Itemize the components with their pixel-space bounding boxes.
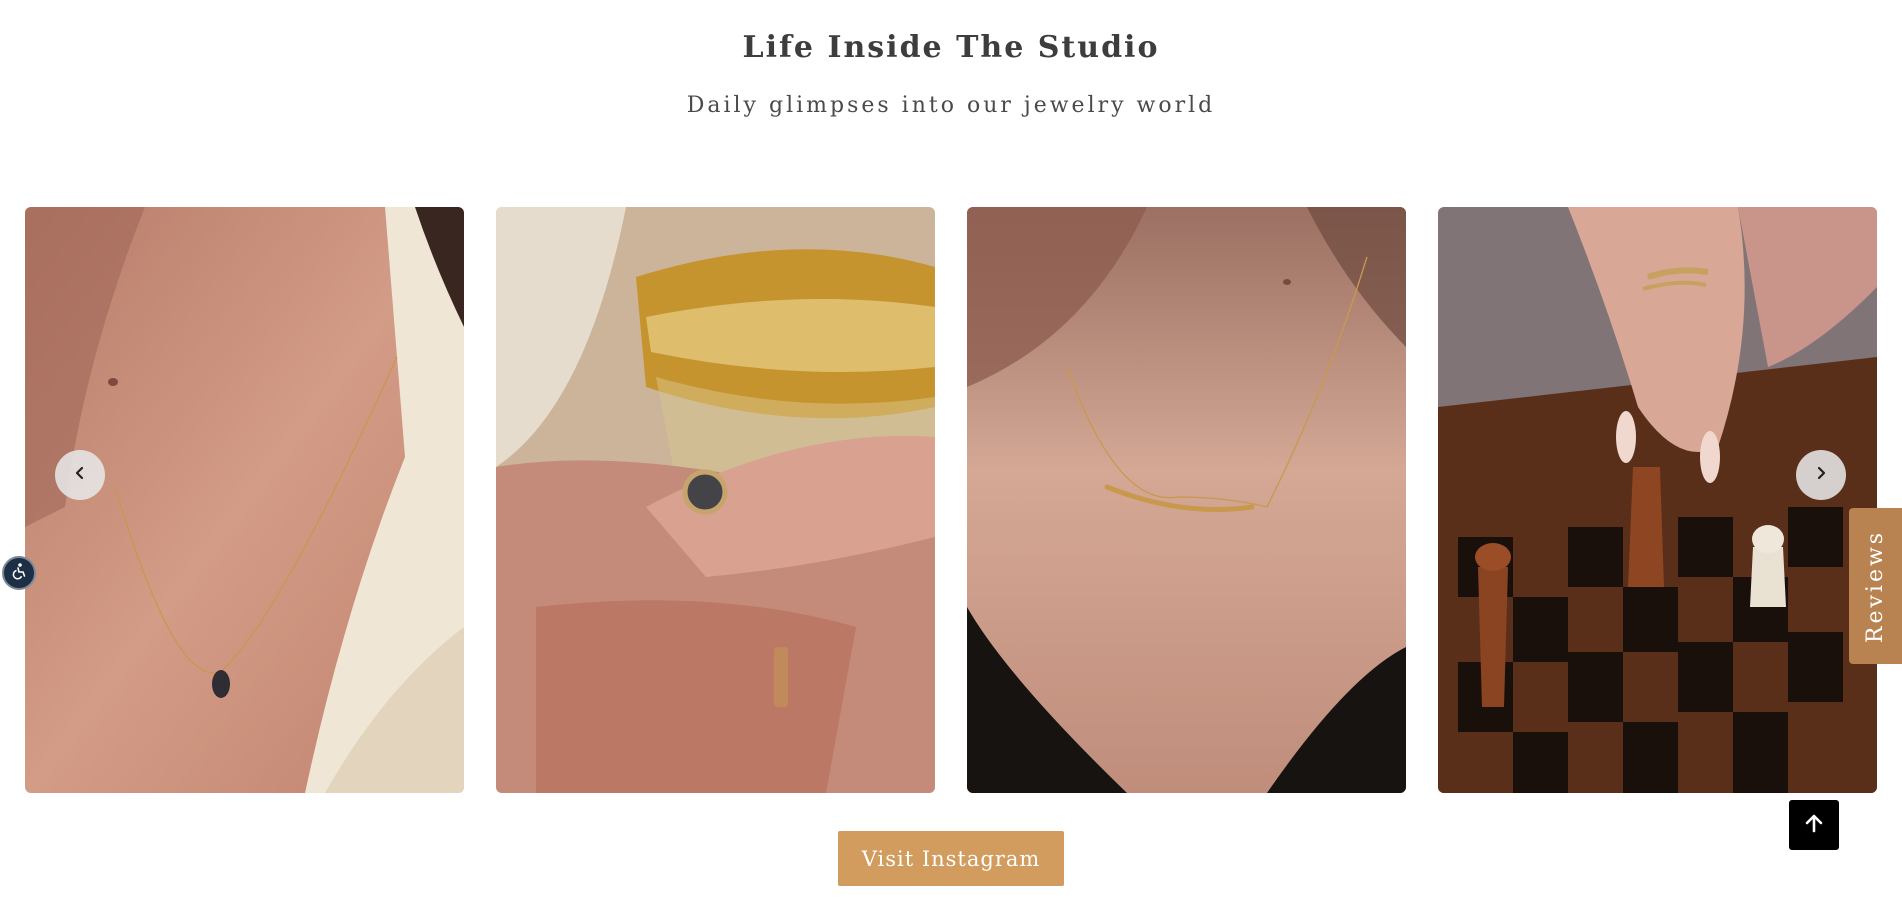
gallery-prev-button[interactable] xyxy=(55,450,105,500)
instagram-gallery xyxy=(25,207,1877,793)
gallery-image-ring-chess[interactable] xyxy=(1438,207,1877,793)
back-to-top-button[interactable] xyxy=(1789,800,1839,850)
chevron-left-icon xyxy=(72,465,88,485)
gallery-image-necklace-pendant[interactable] xyxy=(25,207,464,793)
ring-glass-photo xyxy=(496,207,935,793)
gallery-next-button[interactable] xyxy=(1796,450,1846,500)
reviews-tab-label: Reviews xyxy=(1863,529,1889,643)
ring-chess-photo xyxy=(1438,207,1877,793)
arrow-up-icon xyxy=(1802,811,1826,839)
chevron-right-icon xyxy=(1813,465,1829,485)
necklace-bar-photo xyxy=(967,207,1406,793)
section-subtitle: Daily glimpses into our jewelry world xyxy=(686,93,1216,118)
gallery-image-ring-glass[interactable] xyxy=(496,207,935,793)
accessibility-button[interactable] xyxy=(2,556,36,590)
section-title: Life Inside The Studio xyxy=(742,30,1160,65)
gallery-image-necklace-bar[interactable] xyxy=(967,207,1406,793)
reviews-tab[interactable]: Reviews xyxy=(1849,508,1902,664)
accessibility-icon xyxy=(10,562,28,584)
necklace-pendant-photo xyxy=(25,207,464,793)
visit-instagram-button[interactable]: Visit Instagram xyxy=(838,831,1064,886)
